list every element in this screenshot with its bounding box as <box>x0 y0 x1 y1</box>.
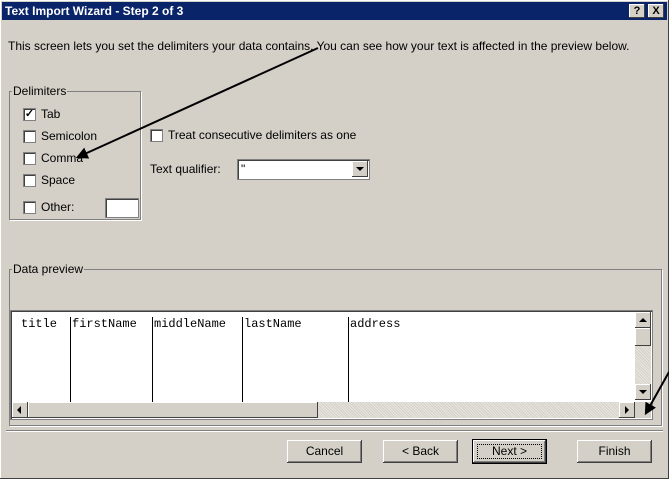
scrollbar-corner <box>635 402 651 418</box>
column-divider[interactable] <box>348 317 349 409</box>
semicolon-label: Semicolon <box>41 129 98 143</box>
preview-column-lastname: lastName <box>244 317 302 331</box>
title-bar[interactable]: Text Import Wizard - Step 2 of 3 ? X <box>2 2 667 20</box>
finish-button[interactable]: Finish <box>577 440 652 463</box>
tab-checkbox-row[interactable]: ✓ Tab <box>23 108 60 124</box>
next-button[interactable]: Next > <box>472 439 547 464</box>
other-checkbox-row[interactable]: Other: <box>23 198 139 218</box>
preview-column-address: address <box>350 317 401 331</box>
semicolon-checkbox[interactable] <box>23 130 36 143</box>
scroll-down-icon[interactable] <box>635 384 651 400</box>
scroll-left-icon[interactable] <box>12 402 28 418</box>
horizontal-scrollbar[interactable] <box>12 402 635 418</box>
other-delimiter-input[interactable] <box>105 198 139 218</box>
comma-label: Comma <box>41 151 84 165</box>
other-checkbox[interactable] <box>23 201 36 214</box>
horizontal-scroll-thumb[interactable] <box>28 402 318 418</box>
consecutive-delimiters-checkbox[interactable] <box>150 129 163 142</box>
focus-rectangle <box>477 444 542 459</box>
other-label: Other: <box>41 200 75 214</box>
preview-column-title: title <box>21 317 58 331</box>
scroll-up-icon[interactable] <box>635 312 651 328</box>
vertical-scroll-thumb[interactable] <box>635 328 651 346</box>
consecutive-delimiters-label: Treat consecutive delimiters as one <box>168 128 357 142</box>
delimiters-legend: Delimiters <box>13 84 67 98</box>
column-divider[interactable] <box>242 317 243 409</box>
instructions-text: This screen lets you set the delimiters … <box>8 39 630 53</box>
semicolon-checkbox-row[interactable]: Semicolon <box>23 130 97 146</box>
column-divider[interactable] <box>70 317 71 409</box>
data-preview-grid[interactable]: title firstName middleName lastName addr… <box>10 310 653 420</box>
text-qualifier-label: Text qualifier: <box>150 162 221 176</box>
space-checkbox[interactable] <box>23 174 36 187</box>
preview-column-middlename: middleName <box>154 317 227 331</box>
comma-checkbox-row[interactable]: Comma <box>23 152 83 168</box>
text-import-wizard-dialog: Text Import Wizard - Step 2 of 3 ? X Thi… <box>0 0 669 479</box>
window-title: Text Import Wizard - Step 2 of 3 <box>5 4 184 18</box>
column-divider[interactable] <box>152 317 153 409</box>
chevron-down-icon[interactable] <box>352 161 368 177</box>
comma-checkbox[interactable] <box>23 152 36 165</box>
data-preview-legend: Data preview <box>13 262 84 276</box>
text-qualifier-select[interactable]: " <box>237 159 370 180</box>
help-button[interactable]: ? <box>629 4 645 18</box>
vertical-scrollbar[interactable] <box>635 312 651 400</box>
cancel-button[interactable]: Cancel <box>287 440 362 463</box>
back-button[interactable]: < Back <box>383 440 458 463</box>
tab-label: Tab <box>41 107 61 121</box>
tab-checkbox[interactable]: ✓ <box>23 108 36 121</box>
close-button[interactable]: X <box>648 4 664 18</box>
button-divider <box>6 430 663 432</box>
text-qualifier-value: " <box>241 162 246 176</box>
space-checkbox-row[interactable]: Space <box>23 174 75 190</box>
scroll-right-icon[interactable] <box>619 402 635 418</box>
preview-column-firstname: firstName <box>72 317 137 331</box>
space-label: Space <box>41 173 76 187</box>
consecutive-checkbox-row[interactable]: Treat consecutive delimiters as one <box>150 129 356 145</box>
